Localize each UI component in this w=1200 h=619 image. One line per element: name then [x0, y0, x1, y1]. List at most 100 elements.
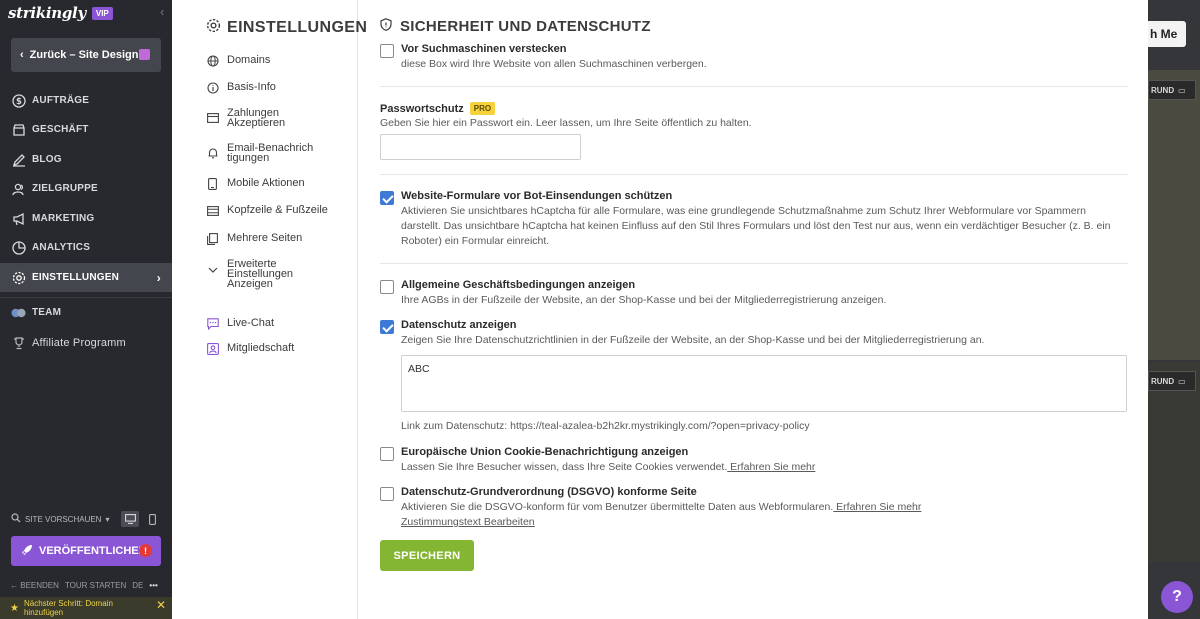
exit-link[interactable]: ← BEENDEN: [10, 581, 59, 590]
publish-label: VERÖFFENTLICHEN: [39, 545, 147, 557]
settings-nav-membership[interactable]: Mitgliedschaft: [206, 343, 294, 355]
store-icon: [11, 122, 26, 137]
bot-protection-checkbox[interactable]: [380, 191, 394, 205]
warning-icon: !: [139, 544, 152, 557]
gdpr-learn-more-link[interactable]: Erfahren Sie mehr: [833, 501, 921, 513]
publish-button[interactable]: VERÖFFENTLICHEN !: [11, 536, 161, 566]
settings-nav: EINSTELLUNGEN Domains Basis-Info Zahlung…: [172, 0, 367, 619]
sidebar-item-geschaeft[interactable]: GESCHÄFT: [0, 115, 172, 144]
divider: [380, 263, 1128, 264]
edit-consent-text-link[interactable]: Zustimmungstext Bearbeiten: [401, 516, 535, 528]
security-section: SICHERHEIT UND DATENSCHUTZ Vor Suchmasch…: [380, 0, 1128, 619]
save-button[interactable]: SPEICHERN: [380, 540, 474, 571]
sidebar-item-zielgruppe[interactable]: ZIELGRUPPE: [0, 174, 172, 203]
desktop-preview-icon[interactable]: [121, 511, 139, 527]
settings-nav-label: Mobile Aktionen: [227, 177, 305, 189]
start-tour-link[interactable]: TOUR STARTEN: [65, 581, 126, 590]
language-selector[interactable]: DE: [132, 581, 143, 590]
gdpr-checkbox[interactable]: [380, 487, 394, 501]
gdpr-label: Datenschutz-Grundverordnung (DSGVO) konf…: [401, 486, 697, 498]
rocket-icon: [21, 544, 33, 559]
mobile-icon: [206, 177, 219, 190]
info-icon: [206, 81, 219, 94]
settings-nav-basis-info[interactable]: Basis-Info: [206, 82, 276, 94]
close-icon[interactable]: ✕: [156, 599, 166, 611]
settings-nav-label: Live-Chat: [227, 317, 275, 329]
divider: [380, 174, 1128, 175]
site-preview-row: SITE VORSCHAUEN ▾: [11, 510, 161, 528]
globe-icon: [206, 54, 219, 67]
sidebar-footer: ← BEENDEN TOUR STARTEN DE •••: [10, 581, 158, 590]
terms-checkbox[interactable]: [380, 280, 394, 294]
settings-nav-label: Domains: [227, 54, 271, 66]
member-icon: [206, 342, 219, 355]
users-icon: [11, 181, 26, 196]
sidebar-item-label: ANALYTICS: [32, 242, 91, 253]
preview-image-1: [1148, 70, 1200, 360]
eu-cookie-description-text: Lassen Sie Ihre Besucher wissen, dass Ih…: [401, 461, 728, 473]
section-title: SICHERHEIT UND DATENSCHUTZ: [380, 18, 651, 35]
settings-nav-mobile-actions[interactable]: Mobile Aktionen: [206, 178, 305, 190]
sidebar-item-marketing[interactable]: MARKETING: [0, 204, 172, 233]
chevron-right-icon: ›: [156, 270, 161, 285]
more-options-icon[interactable]: •••: [149, 581, 157, 590]
hide-search-checkbox[interactable]: [380, 44, 394, 58]
preview-site-button: h Me: [1148, 21, 1186, 47]
sidebar-item-auftraege[interactable]: $ AUFTRÄGE: [0, 86, 172, 115]
back-to-site-design-button[interactable]: ‹ Zurück – Site Design: [11, 38, 161, 72]
sidebar-item-label: MARKETING: [32, 213, 95, 224]
trophy-icon: [11, 335, 26, 350]
preview-image-2: [1148, 362, 1200, 562]
back-button-label: Zurück – Site Design: [29, 49, 139, 61]
privacy-checkbox[interactable]: [380, 320, 394, 334]
privacy-policy-textarea[interactable]: ABC: [401, 355, 1127, 412]
bot-protection-label: Website-Formulare vor Bot-Einsendungen s…: [401, 190, 673, 202]
settings-nav-live-chat[interactable]: Live-Chat: [206, 318, 274, 330]
settings-nav-multiple-pages[interactable]: Mehrere Seiten: [206, 233, 302, 245]
gdpr-description-text: Aktivieren Sie die DSGVO-konform für vom…: [401, 501, 834, 513]
gear-icon: [206, 18, 221, 38]
password-input[interactable]: [380, 134, 581, 160]
sidebar-item-affiliate[interactable]: Affiliate Programm: [0, 328, 172, 357]
image-icon: ▭: [1178, 376, 1186, 386]
eu-cookie-learn-more-link[interactable]: Erfahren Sie mehr: [727, 461, 815, 473]
device-toggle: [121, 511, 161, 527]
privacy-label: Datenschutz anzeigen: [401, 319, 517, 331]
settings-nav-label: Mehrere Seiten: [227, 232, 303, 244]
site-preview-dropdown[interactable]: SITE VORSCHAUEN: [25, 515, 101, 524]
sidebar-item-team[interactable]: TEAM: [0, 298, 172, 327]
mobile-preview-icon[interactable]: [143, 511, 161, 527]
layout-icon: [206, 204, 219, 217]
next-step-banner[interactable]: ★ Nächster Schritt: Domain hinzufügen ✕: [0, 597, 172, 619]
settings-nav-header-footer[interactable]: Kopfzeile & Fußzeile: [206, 205, 328, 217]
settings-nav-payments[interactable]: Zahlungen Akzeptieren: [206, 108, 285, 129]
settings-panel: EINSTELLUNGEN Domains Basis-Info Zahlung…: [172, 0, 1148, 619]
card-icon: [206, 111, 219, 124]
brand[interactable]: strikingly VIP: [8, 4, 113, 22]
terms-label: Allgemeine Geschäftsbedingungen anzeigen: [401, 279, 636, 291]
background-chip-1: RUND ▭: [1148, 80, 1196, 100]
sidebar-item-label: Affiliate Programm: [32, 336, 126, 349]
editor-sidebar: strikingly VIP ‹ ‹ Zurück – Site Design …: [0, 0, 172, 619]
collapse-sidebar-icon[interactable]: ‹: [160, 4, 164, 19]
eu-cookie-checkbox[interactable]: [380, 447, 394, 461]
help-button[interactable]: ?: [1161, 581, 1193, 613]
chevron-left-icon: ‹: [20, 49, 24, 61]
sidebar-item-einstellungen[interactable]: EINSTELLUNGEN ›: [0, 263, 172, 292]
settings-nav-domains[interactable]: Domains: [206, 55, 270, 67]
strikingly-logo: strikingly: [8, 4, 86, 22]
settings-nav-label: Kopfzeile & Fußzeile: [227, 204, 328, 216]
password-label-text: Passwortschutz: [380, 103, 464, 115]
eu-cookie-description: Lassen Sie Ihre Besucher wissen, dass Ih…: [401, 460, 1121, 475]
sidebar-item-analytics[interactable]: ANALYTICS: [0, 233, 172, 262]
settings-nav-label: Email-Benachrichtigungen: [227, 142, 314, 164]
sidebar-item-blog[interactable]: BLOG: [0, 145, 172, 174]
settings-nav-email-notifications[interactable]: Email-Benachrichtigungen: [206, 142, 316, 164]
settings-nav-label: Mitgliedschaft: [227, 342, 295, 354]
privacy-policy-link[interactable]: Link zum Datenschutz: https://teal-azale…: [401, 419, 1121, 434]
settings-nav-advanced-toggle[interactable]: Erweiterte Einstellungen Anzeigen: [206, 259, 316, 290]
hide-search-description: diese Box wird Ihre Website von allen Su…: [401, 58, 707, 70]
exit-label: BEENDEN: [20, 581, 59, 590]
chip-label: RUND: [1151, 376, 1175, 386]
section-title-text: SICHERHEIT UND DATENSCHUTZ: [400, 18, 651, 35]
